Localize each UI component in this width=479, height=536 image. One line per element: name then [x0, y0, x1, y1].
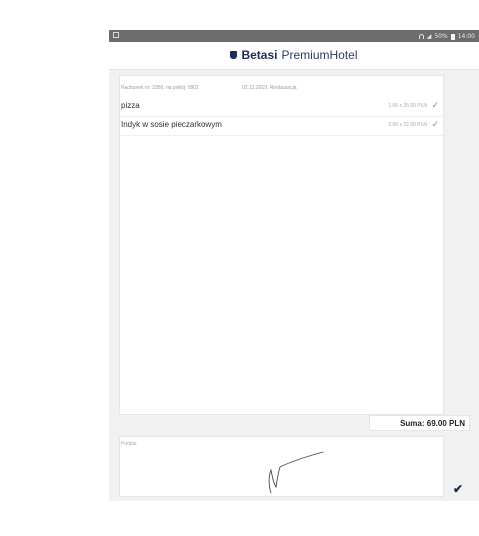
battery-percent: 50%: [434, 33, 448, 40]
app-header: Betasi PremiumHotel: [109, 42, 479, 70]
list-item[interactable]: Indyk w sosie pieczarkowym 2.00 x 22.00 …: [120, 117, 443, 136]
signal-icon: ◢: [426, 33, 432, 40]
item-quantity: 1.00 x 25.00 PLN: [388, 103, 427, 109]
status-right: ◢ 50% 14:00: [418, 33, 475, 40]
clock: 14:00: [457, 33, 475, 40]
list-item[interactable]: pizza 1.00 x 25.00 PLN ✓: [120, 98, 443, 117]
item-quantity: 2.00 x 22.00 PLN: [388, 122, 427, 128]
brand-shield-icon: [230, 51, 238, 59]
brand-name: Betasi: [241, 48, 278, 62]
brand-logo: Betasi PremiumHotel: [109, 48, 479, 62]
item-name: Indyk w sosie pieczarkowym: [121, 120, 222, 129]
receipt-panel: Rachunek nr: 2350, na pokój: 0902 02.12.…: [119, 75, 444, 415]
confirm-check-icon[interactable]: ✔: [453, 482, 463, 496]
checkmark-icon: ✓: [431, 100, 439, 110]
item-name: pizza: [121, 101, 140, 110]
checkmark-icon: ✓: [431, 119, 439, 129]
brand-suffix: PremiumHotel: [281, 48, 358, 62]
signature-pad[interactable]: Podpis:: [119, 436, 444, 497]
battery-icon: [450, 33, 455, 40]
device-screen: ◢ 50% 14:00 Betasi PremiumHotel Rachunek…: [109, 30, 479, 501]
wifi-icon: [418, 34, 424, 39]
receipt-info: Rachunek nr: 2350, na pokój: 0902: [121, 85, 199, 91]
notification-icon: [113, 32, 119, 38]
total-sum: Suma: 69.00 PLN: [369, 415, 470, 431]
receipt-date-place: 02.12.2019, Restauracja: [242, 85, 297, 91]
signature-stroke: [268, 451, 324, 494]
status-bar: ◢ 50% 14:00: [109, 30, 479, 42]
